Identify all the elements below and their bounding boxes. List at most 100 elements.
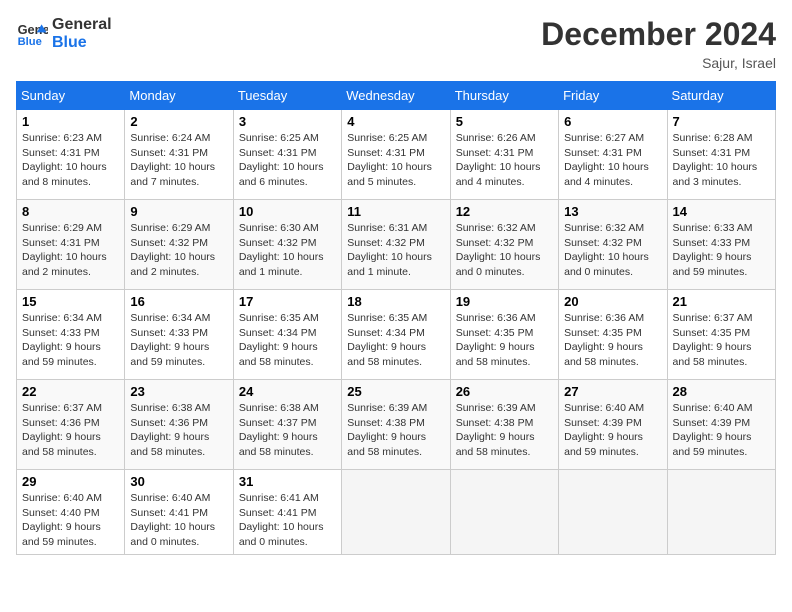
daylight-label: Daylight: 9 hours and 59 minutes. bbox=[130, 341, 209, 368]
sunrise-label: Sunrise: 6:23 AM bbox=[22, 132, 102, 144]
sunrise-label: Sunrise: 6:37 AM bbox=[22, 402, 102, 414]
calendar-day-cell: 24 Sunrise: 6:38 AM Sunset: 4:37 PM Dayl… bbox=[233, 380, 341, 470]
day-number: 28 bbox=[673, 384, 770, 399]
calendar-day-cell: 4 Sunrise: 6:25 AM Sunset: 4:31 PM Dayli… bbox=[342, 110, 450, 200]
calendar-header-row: SundayMondayTuesdayWednesdayThursdayFrid… bbox=[17, 82, 776, 110]
title-block: December 2024 Sajur, Israel bbox=[541, 16, 776, 71]
day-number: 27 bbox=[564, 384, 661, 399]
calendar-day-cell: 14 Sunrise: 6:33 AM Sunset: 4:33 PM Dayl… bbox=[667, 200, 775, 290]
sunrise-label: Sunrise: 6:31 AM bbox=[347, 222, 427, 234]
day-number: 12 bbox=[456, 204, 553, 219]
calendar-day-cell: 3 Sunrise: 6:25 AM Sunset: 4:31 PM Dayli… bbox=[233, 110, 341, 200]
sunrise-label: Sunrise: 6:35 AM bbox=[347, 312, 427, 324]
day-info: Sunrise: 6:39 AM Sunset: 4:38 PM Dayligh… bbox=[347, 401, 444, 460]
calendar-day-cell: 21 Sunrise: 6:37 AM Sunset: 4:35 PM Dayl… bbox=[667, 290, 775, 380]
daylight-label: Daylight: 10 hours and 6 minutes. bbox=[239, 161, 324, 188]
sunrise-label: Sunrise: 6:40 AM bbox=[22, 492, 102, 504]
daylight-label: Daylight: 10 hours and 7 minutes. bbox=[130, 161, 215, 188]
sunset-label: Sunset: 4:33 PM bbox=[673, 237, 751, 249]
sunrise-label: Sunrise: 6:29 AM bbox=[130, 222, 210, 234]
location: Sajur, Israel bbox=[541, 55, 776, 71]
sunset-label: Sunset: 4:31 PM bbox=[130, 147, 208, 159]
calendar-week-row: 1 Sunrise: 6:23 AM Sunset: 4:31 PM Dayli… bbox=[17, 110, 776, 200]
day-info: Sunrise: 6:37 AM Sunset: 4:36 PM Dayligh… bbox=[22, 401, 119, 460]
day-info: Sunrise: 6:40 AM Sunset: 4:39 PM Dayligh… bbox=[564, 401, 661, 460]
sunset-label: Sunset: 4:31 PM bbox=[673, 147, 751, 159]
day-info: Sunrise: 6:25 AM Sunset: 4:31 PM Dayligh… bbox=[239, 131, 336, 190]
day-number: 21 bbox=[673, 294, 770, 309]
daylight-label: Daylight: 9 hours and 58 minutes. bbox=[456, 431, 535, 458]
sunset-label: Sunset: 4:38 PM bbox=[347, 417, 425, 429]
day-number: 19 bbox=[456, 294, 553, 309]
calendar-day-cell: 26 Sunrise: 6:39 AM Sunset: 4:38 PM Dayl… bbox=[450, 380, 558, 470]
day-number: 14 bbox=[673, 204, 770, 219]
sunset-label: Sunset: 4:34 PM bbox=[347, 327, 425, 339]
sunset-label: Sunset: 4:34 PM bbox=[239, 327, 317, 339]
day-number: 18 bbox=[347, 294, 444, 309]
sunrise-label: Sunrise: 6:40 AM bbox=[130, 492, 210, 504]
day-info: Sunrise: 6:40 AM Sunset: 4:40 PM Dayligh… bbox=[22, 491, 119, 550]
day-info: Sunrise: 6:29 AM Sunset: 4:32 PM Dayligh… bbox=[130, 221, 227, 280]
sunset-label: Sunset: 4:32 PM bbox=[456, 237, 534, 249]
day-of-week-header: Saturday bbox=[667, 82, 775, 110]
calendar-day-cell: 28 Sunrise: 6:40 AM Sunset: 4:39 PM Dayl… bbox=[667, 380, 775, 470]
daylight-label: Daylight: 9 hours and 58 minutes. bbox=[456, 341, 535, 368]
sunset-label: Sunset: 4:31 PM bbox=[456, 147, 534, 159]
day-info: Sunrise: 6:27 AM Sunset: 4:31 PM Dayligh… bbox=[564, 131, 661, 190]
calendar-day-cell: 15 Sunrise: 6:34 AM Sunset: 4:33 PM Dayl… bbox=[17, 290, 125, 380]
sunrise-label: Sunrise: 6:30 AM bbox=[239, 222, 319, 234]
sunset-label: Sunset: 4:31 PM bbox=[22, 237, 100, 249]
daylight-label: Daylight: 10 hours and 2 minutes. bbox=[130, 251, 215, 278]
day-number: 2 bbox=[130, 114, 227, 129]
day-number: 15 bbox=[22, 294, 119, 309]
calendar-day-cell: 2 Sunrise: 6:24 AM Sunset: 4:31 PM Dayli… bbox=[125, 110, 233, 200]
day-info: Sunrise: 6:34 AM Sunset: 4:33 PM Dayligh… bbox=[130, 311, 227, 370]
sunset-label: Sunset: 4:31 PM bbox=[564, 147, 642, 159]
sunrise-label: Sunrise: 6:38 AM bbox=[239, 402, 319, 414]
daylight-label: Daylight: 9 hours and 59 minutes. bbox=[564, 431, 643, 458]
sunrise-label: Sunrise: 6:35 AM bbox=[239, 312, 319, 324]
sunrise-label: Sunrise: 6:40 AM bbox=[564, 402, 644, 414]
daylight-label: Daylight: 9 hours and 59 minutes. bbox=[22, 341, 101, 368]
calendar-day-cell: 19 Sunrise: 6:36 AM Sunset: 4:35 PM Dayl… bbox=[450, 290, 558, 380]
month-title: December 2024 bbox=[541, 16, 776, 53]
daylight-label: Daylight: 9 hours and 58 minutes. bbox=[564, 341, 643, 368]
day-info: Sunrise: 6:38 AM Sunset: 4:37 PM Dayligh… bbox=[239, 401, 336, 460]
page-header: General Blue General Blue December 2024 … bbox=[16, 16, 776, 71]
daylight-label: Daylight: 9 hours and 59 minutes. bbox=[22, 521, 101, 548]
sunrise-label: Sunrise: 6:24 AM bbox=[130, 132, 210, 144]
sunrise-label: Sunrise: 6:34 AM bbox=[22, 312, 102, 324]
day-info: Sunrise: 6:32 AM Sunset: 4:32 PM Dayligh… bbox=[564, 221, 661, 280]
day-info: Sunrise: 6:36 AM Sunset: 4:35 PM Dayligh… bbox=[564, 311, 661, 370]
calendar-day-cell: 17 Sunrise: 6:35 AM Sunset: 4:34 PM Dayl… bbox=[233, 290, 341, 380]
day-info: Sunrise: 6:24 AM Sunset: 4:31 PM Dayligh… bbox=[130, 131, 227, 190]
day-info: Sunrise: 6:33 AM Sunset: 4:33 PM Dayligh… bbox=[673, 221, 770, 280]
day-info: Sunrise: 6:40 AM Sunset: 4:41 PM Dayligh… bbox=[130, 491, 227, 550]
sunrise-label: Sunrise: 6:39 AM bbox=[456, 402, 536, 414]
sunrise-label: Sunrise: 6:26 AM bbox=[456, 132, 536, 144]
sunset-label: Sunset: 4:39 PM bbox=[564, 417, 642, 429]
sunset-label: Sunset: 4:32 PM bbox=[130, 237, 208, 249]
day-number: 24 bbox=[239, 384, 336, 399]
sunset-label: Sunset: 4:40 PM bbox=[22, 507, 100, 519]
day-of-week-header: Monday bbox=[125, 82, 233, 110]
calendar-day-cell: 11 Sunrise: 6:31 AM Sunset: 4:32 PM Dayl… bbox=[342, 200, 450, 290]
day-info: Sunrise: 6:35 AM Sunset: 4:34 PM Dayligh… bbox=[347, 311, 444, 370]
daylight-label: Daylight: 9 hours and 58 minutes. bbox=[239, 341, 318, 368]
sunset-label: Sunset: 4:41 PM bbox=[239, 507, 317, 519]
day-info: Sunrise: 6:38 AM Sunset: 4:36 PM Dayligh… bbox=[130, 401, 227, 460]
sunset-label: Sunset: 4:39 PM bbox=[673, 417, 751, 429]
sunset-label: Sunset: 4:31 PM bbox=[22, 147, 100, 159]
daylight-label: Daylight: 9 hours and 58 minutes. bbox=[130, 431, 209, 458]
sunrise-label: Sunrise: 6:28 AM bbox=[673, 132, 753, 144]
day-number: 20 bbox=[564, 294, 661, 309]
daylight-label: Daylight: 9 hours and 58 minutes. bbox=[347, 341, 426, 368]
day-info: Sunrise: 6:32 AM Sunset: 4:32 PM Dayligh… bbox=[456, 221, 553, 280]
day-of-week-header: Tuesday bbox=[233, 82, 341, 110]
day-number: 7 bbox=[673, 114, 770, 129]
empty-cell bbox=[342, 470, 450, 555]
sunrise-label: Sunrise: 6:29 AM bbox=[22, 222, 102, 234]
daylight-label: Daylight: 10 hours and 0 minutes. bbox=[564, 251, 649, 278]
daylight-label: Daylight: 9 hours and 58 minutes. bbox=[22, 431, 101, 458]
sunrise-label: Sunrise: 6:25 AM bbox=[347, 132, 427, 144]
